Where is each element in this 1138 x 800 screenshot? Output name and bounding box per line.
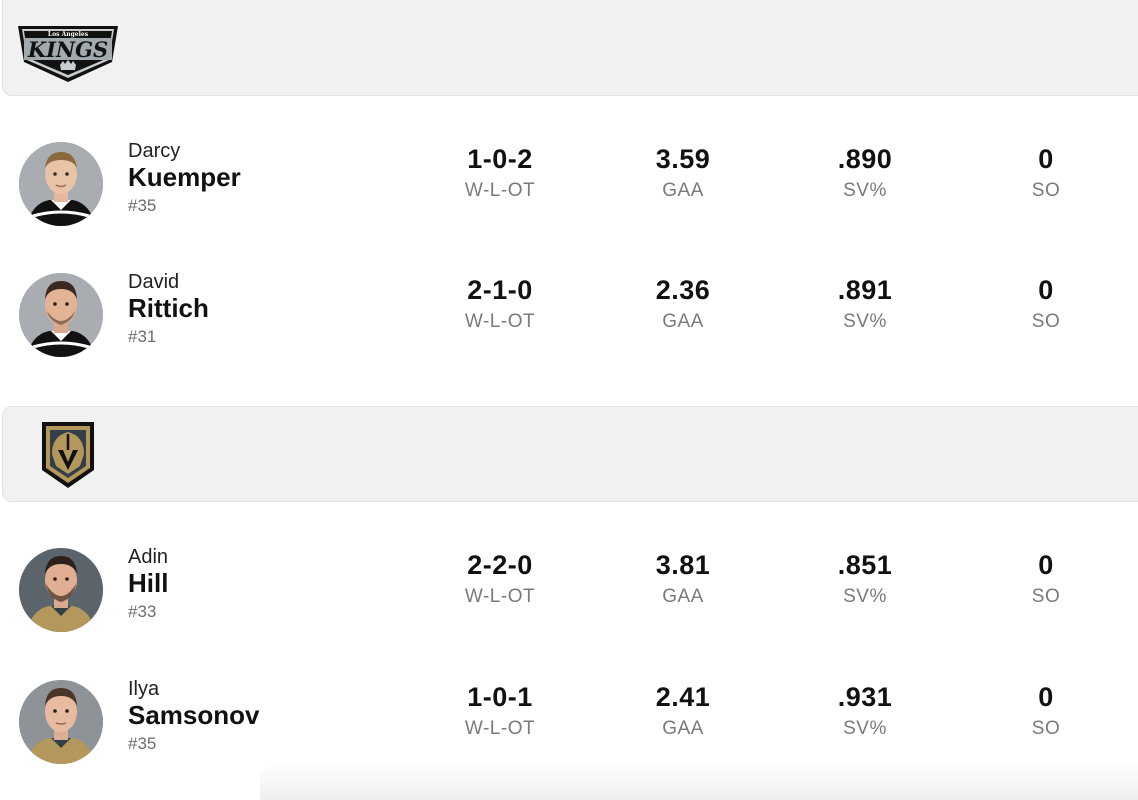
player-headshot-kuemper[interactable] bbox=[19, 142, 103, 226]
stat-value: .890 bbox=[837, 144, 893, 174]
stat-label: W-L-OT bbox=[464, 718, 536, 739]
stat-gaa: 3.59 GAA bbox=[613, 142, 753, 205]
team-header-vegas bbox=[2, 406, 1138, 502]
stat-gaa: 3.81 GAA bbox=[613, 548, 753, 611]
player-name-block[interactable]: David Rittich #31 bbox=[128, 271, 209, 349]
player-name-block[interactable]: Ilya Samsonov #35 bbox=[128, 678, 260, 756]
kings-logo-text-main: KINGS bbox=[27, 37, 108, 62]
stat-value: 0 bbox=[1038, 682, 1054, 712]
stat-value: 0 bbox=[1038, 144, 1054, 174]
player-number: #35 bbox=[128, 734, 157, 753]
stat-value: 1-0-1 bbox=[467, 682, 533, 712]
stat-label: GAA bbox=[662, 586, 704, 607]
player-number: #35 bbox=[128, 196, 157, 215]
stat-value: 0 bbox=[1038, 550, 1054, 580]
player-first-name: Adin bbox=[128, 546, 169, 568]
stat-label: SO bbox=[1031, 180, 1061, 201]
player-name-block[interactable]: Darcy Kuemper #35 bbox=[128, 140, 241, 218]
stat-value: 1-0-2 bbox=[467, 144, 533, 174]
player-first-name: David bbox=[128, 271, 180, 293]
player-first-name: Darcy bbox=[128, 140, 181, 162]
stat-save-pct: .890 SV% bbox=[795, 142, 935, 205]
stat-value: .891 bbox=[837, 275, 893, 305]
stat-value: 3.59 bbox=[655, 144, 711, 174]
stat-record: 1-0-1 W-L-OT bbox=[430, 680, 570, 743]
stat-save-pct: .931 SV% bbox=[795, 680, 935, 743]
player-headshot-rittich[interactable] bbox=[19, 273, 103, 357]
stat-value: 2-1-0 bbox=[467, 275, 533, 305]
stat-record: 2-2-0 W-L-OT bbox=[430, 548, 570, 611]
stat-shutouts: 0 SO bbox=[976, 273, 1116, 336]
goalie-row-hill[interactable]: Adin Hill #33 2-2-0 W-L-OT 3.81 GAA .851… bbox=[0, 540, 1138, 640]
stat-record: 2-1-0 W-L-OT bbox=[430, 273, 570, 336]
stat-value: 3.81 bbox=[655, 550, 711, 580]
stat-record: 1-0-2 W-L-OT bbox=[430, 142, 570, 205]
player-number: #33 bbox=[128, 602, 157, 621]
stat-value: 2.41 bbox=[655, 682, 711, 712]
team-header-kings bbox=[2, 0, 1138, 96]
player-last-name[interactable]: Rittich bbox=[128, 293, 209, 323]
player-headshot-hill[interactable] bbox=[19, 548, 103, 632]
stat-label: GAA bbox=[662, 180, 704, 201]
stat-label: W-L-OT bbox=[464, 180, 536, 201]
stat-gaa: 2.41 GAA bbox=[613, 680, 753, 743]
stat-value: 2-2-0 bbox=[467, 550, 533, 580]
stat-label: W-L-OT bbox=[464, 311, 536, 332]
stat-shutouts: 0 SO bbox=[976, 548, 1116, 611]
stat-label: SV% bbox=[843, 718, 887, 739]
stat-value: .851 bbox=[837, 550, 893, 580]
goalie-row-rittich[interactable]: David Rittich #31 2-1-0 W-L-OT 2.36 GAA … bbox=[0, 265, 1138, 365]
stat-label: SV% bbox=[843, 586, 887, 607]
stat-label: SO bbox=[1031, 586, 1061, 607]
stat-label: SV% bbox=[843, 180, 887, 201]
stat-label: SV% bbox=[843, 311, 887, 332]
stat-label: W-L-OT bbox=[464, 586, 536, 607]
stat-shutouts: 0 SO bbox=[976, 680, 1116, 743]
player-number: #31 bbox=[128, 327, 157, 346]
stat-label: SO bbox=[1031, 718, 1061, 739]
stat-label: GAA bbox=[662, 718, 704, 739]
player-name-block[interactable]: Adin Hill #33 bbox=[128, 546, 168, 624]
golden-knights-logo[interactable] bbox=[40, 420, 96, 490]
stat-value: 0 bbox=[1038, 275, 1054, 305]
stat-save-pct: .891 SV% bbox=[795, 273, 935, 336]
player-headshot-samsonov[interactable] bbox=[19, 680, 103, 764]
stat-gaa: 2.36 GAA bbox=[613, 273, 753, 336]
player-first-name: Ilya bbox=[128, 678, 160, 700]
player-last-name[interactable]: Hill bbox=[128, 568, 168, 598]
kings-logo[interactable]: Los Angeles KINGS bbox=[14, 24, 122, 84]
stat-value: .931 bbox=[837, 682, 893, 712]
stat-label: GAA bbox=[662, 311, 704, 332]
stat-shutouts: 0 SO bbox=[976, 142, 1116, 205]
goalie-stats-panel: Los Angeles KINGS Darcy Kuemper #35 1-0-… bbox=[0, 0, 1138, 800]
goalie-row-kuemper[interactable]: Darcy Kuemper #35 1-0-2 W-L-OT 3.59 GAA … bbox=[0, 134, 1138, 234]
player-last-name[interactable]: Samsonov bbox=[128, 700, 260, 730]
goalie-row-samsonov[interactable]: Ilya Samsonov #35 1-0-1 W-L-OT 2.41 GAA … bbox=[0, 672, 1138, 772]
stat-label: SO bbox=[1031, 311, 1061, 332]
stat-value: 2.36 bbox=[655, 275, 711, 305]
bottom-fade-overlay bbox=[260, 762, 1138, 800]
stat-save-pct: .851 SV% bbox=[795, 548, 935, 611]
player-last-name[interactable]: Kuemper bbox=[128, 162, 241, 192]
